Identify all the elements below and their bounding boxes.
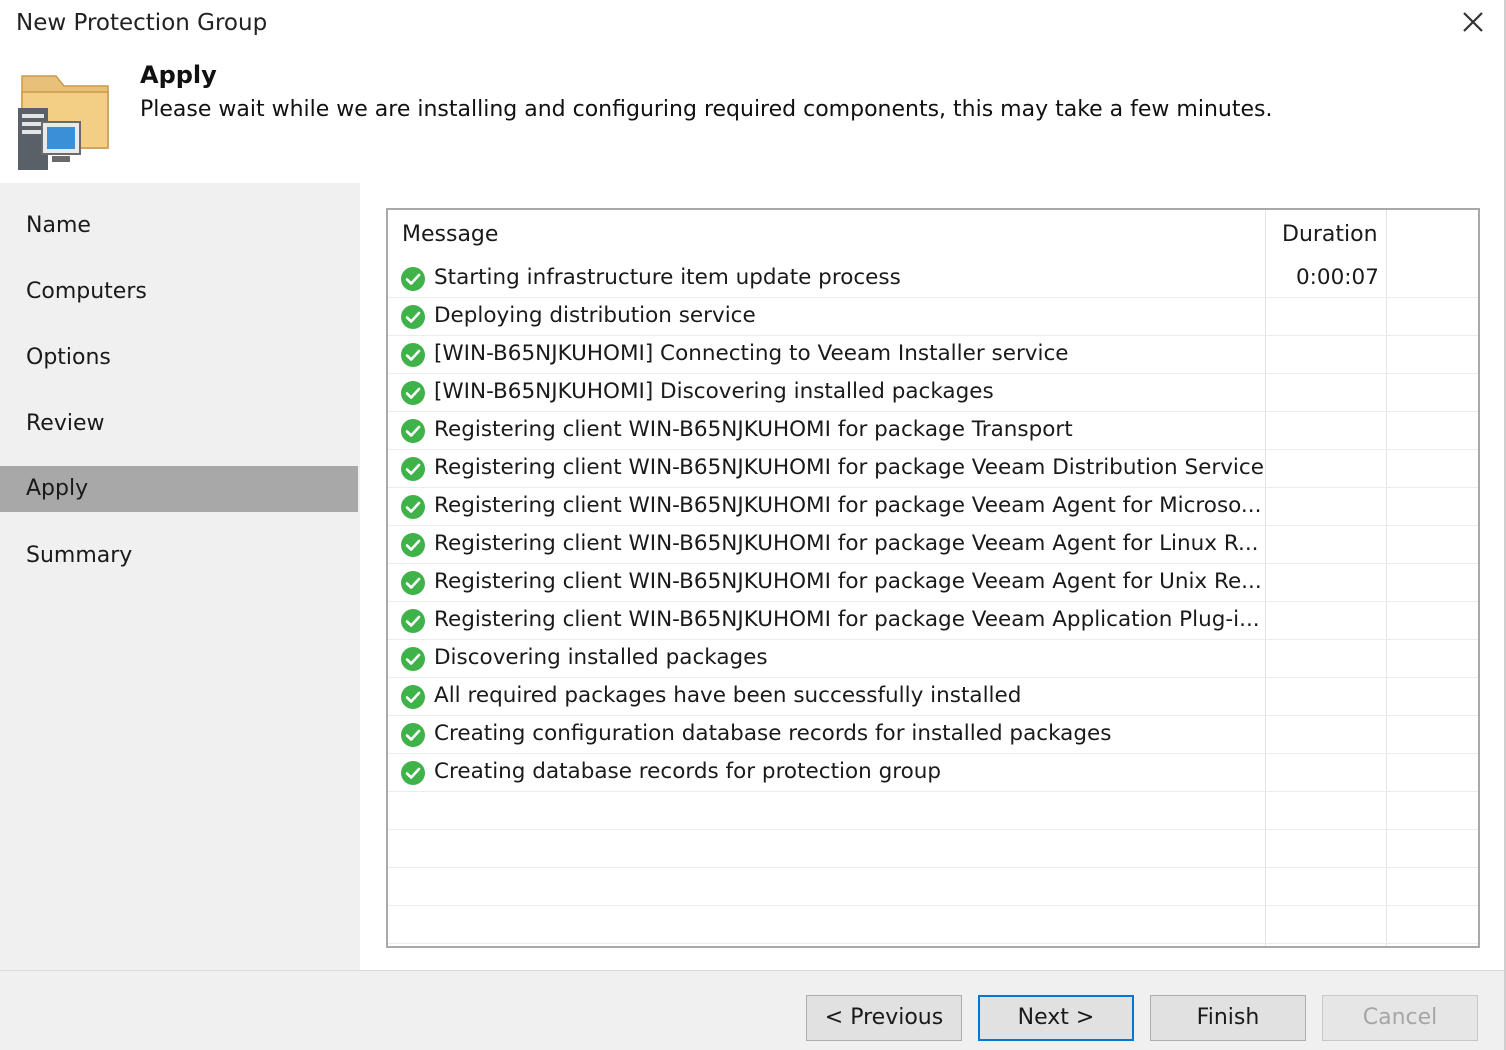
log-message: Registering client WIN-B65NJKUHOMI for p… <box>434 531 1259 556</box>
log-row[interactable]: Creating database records for protection… <box>388 754 1478 792</box>
window-title: New Protection Group <box>16 10 268 36</box>
log-message: Creating configuration database records … <box>434 721 1112 746</box>
log-row[interactable]: Registering client WIN-B65NJKUHOMI for p… <box>388 602 1478 640</box>
cancel-button: Cancel <box>1322 995 1478 1041</box>
log-row[interactable]: Discovering installed packages <box>388 640 1478 678</box>
success-check-icon <box>400 570 426 596</box>
success-check-icon <box>400 380 426 406</box>
step-description: Please wait while we are installing and … <box>140 97 1273 122</box>
grid-header: Message Duration <box>388 210 1478 260</box>
success-check-icon <box>400 494 426 520</box>
column-header-message[interactable]: Message <box>402 222 498 247</box>
log-message: Discovering installed packages <box>434 645 768 670</box>
success-check-icon <box>400 608 426 634</box>
log-message: Starting infrastructure item update proc… <box>434 265 901 290</box>
success-check-icon <box>400 532 426 558</box>
nav-item-options[interactable]: Options <box>0 335 358 381</box>
success-check-icon <box>400 266 426 292</box>
log-message: [WIN-B65NJKUHOMI] Discovering installed … <box>434 379 994 404</box>
empty-row <box>388 792 1478 830</box>
finish-button[interactable]: Finish <box>1150 995 1306 1041</box>
log-row[interactable]: Registering client WIN-B65NJKUHOMI for p… <box>388 450 1478 488</box>
empty-row <box>388 830 1478 868</box>
empty-row <box>388 906 1478 944</box>
nav-item-review[interactable]: Review <box>0 401 358 447</box>
log-row[interactable]: Registering client WIN-B65NJKUHOMI for p… <box>388 488 1478 526</box>
log-message: Deploying distribution service <box>434 303 756 328</box>
log-row[interactable]: Creating configuration database records … <box>388 716 1478 754</box>
success-check-icon <box>400 684 426 710</box>
protection-group-icon <box>16 70 112 172</box>
success-check-icon <box>400 342 426 368</box>
success-check-icon <box>400 418 426 444</box>
log-message: Registering client WIN-B65NJKUHOMI for p… <box>434 569 1262 594</box>
log-message: Registering client WIN-B65NJKUHOMI for p… <box>434 607 1260 632</box>
log-row[interactable]: Starting infrastructure item update proc… <box>388 260 1478 298</box>
success-check-icon <box>400 722 426 748</box>
success-check-icon <box>400 456 426 482</box>
log-row[interactable]: [WIN-B65NJKUHOMI] Discovering installed … <box>388 374 1478 412</box>
wizard-steps-nav: Name Computers Options Review Apply Summ… <box>0 183 358 970</box>
close-icon[interactable] <box>1456 6 1490 40</box>
empty-row <box>388 868 1478 906</box>
log-row[interactable]: [WIN-B65NJKUHOMI] Connecting to Veeam In… <box>388 336 1478 374</box>
log-message: All required packages have been successf… <box>434 683 1022 708</box>
log-rows: Starting infrastructure item update proc… <box>388 260 1478 944</box>
nav-item-apply[interactable]: Apply <box>0 466 358 512</box>
previous-button[interactable]: < Previous <box>806 995 962 1041</box>
log-row[interactable]: Registering client WIN-B65NJKUHOMI for p… <box>388 412 1478 450</box>
log-grid[interactable]: Message Duration Starting infrastructure… <box>386 208 1480 948</box>
column-header-duration[interactable]: Duration <box>1282 222 1378 247</box>
wizard-footer: < Previous Next > Finish Cancel <box>0 970 1504 1050</box>
log-message: Registering client WIN-B65NJKUHOMI for p… <box>434 493 1262 518</box>
nav-item-name[interactable]: Name <box>0 203 358 249</box>
log-row[interactable]: All required packages have been successf… <box>388 678 1478 716</box>
log-message: Registering client WIN-B65NJKUHOMI for p… <box>434 417 1073 442</box>
success-check-icon <box>400 304 426 330</box>
log-message: [WIN-B65NJKUHOMI] Connecting to Veeam In… <box>434 341 1069 366</box>
log-row[interactable]: Registering client WIN-B65NJKUHOMI for p… <box>388 564 1478 602</box>
log-row[interactable]: Registering client WIN-B65NJKUHOMI for p… <box>388 526 1478 564</box>
nav-item-computers[interactable]: Computers <box>0 269 358 315</box>
log-duration: 0:00:07 <box>1296 265 1379 290</box>
success-check-icon <box>400 646 426 672</box>
nav-item-summary[interactable]: Summary <box>0 533 358 579</box>
wizard-header: New Protection Group Apply Please wait w… <box>0 0 1504 183</box>
step-title: Apply <box>140 61 217 89</box>
log-row[interactable]: Deploying distribution service <box>388 298 1478 336</box>
log-message: Registering client WIN-B65NJKUHOMI for p… <box>434 455 1264 480</box>
wizard-window: New Protection Group Apply Please wait w… <box>0 0 1506 1050</box>
log-message: Creating database records for protection… <box>434 759 942 784</box>
success-check-icon <box>400 760 426 786</box>
next-button[interactable]: Next > <box>978 995 1134 1041</box>
